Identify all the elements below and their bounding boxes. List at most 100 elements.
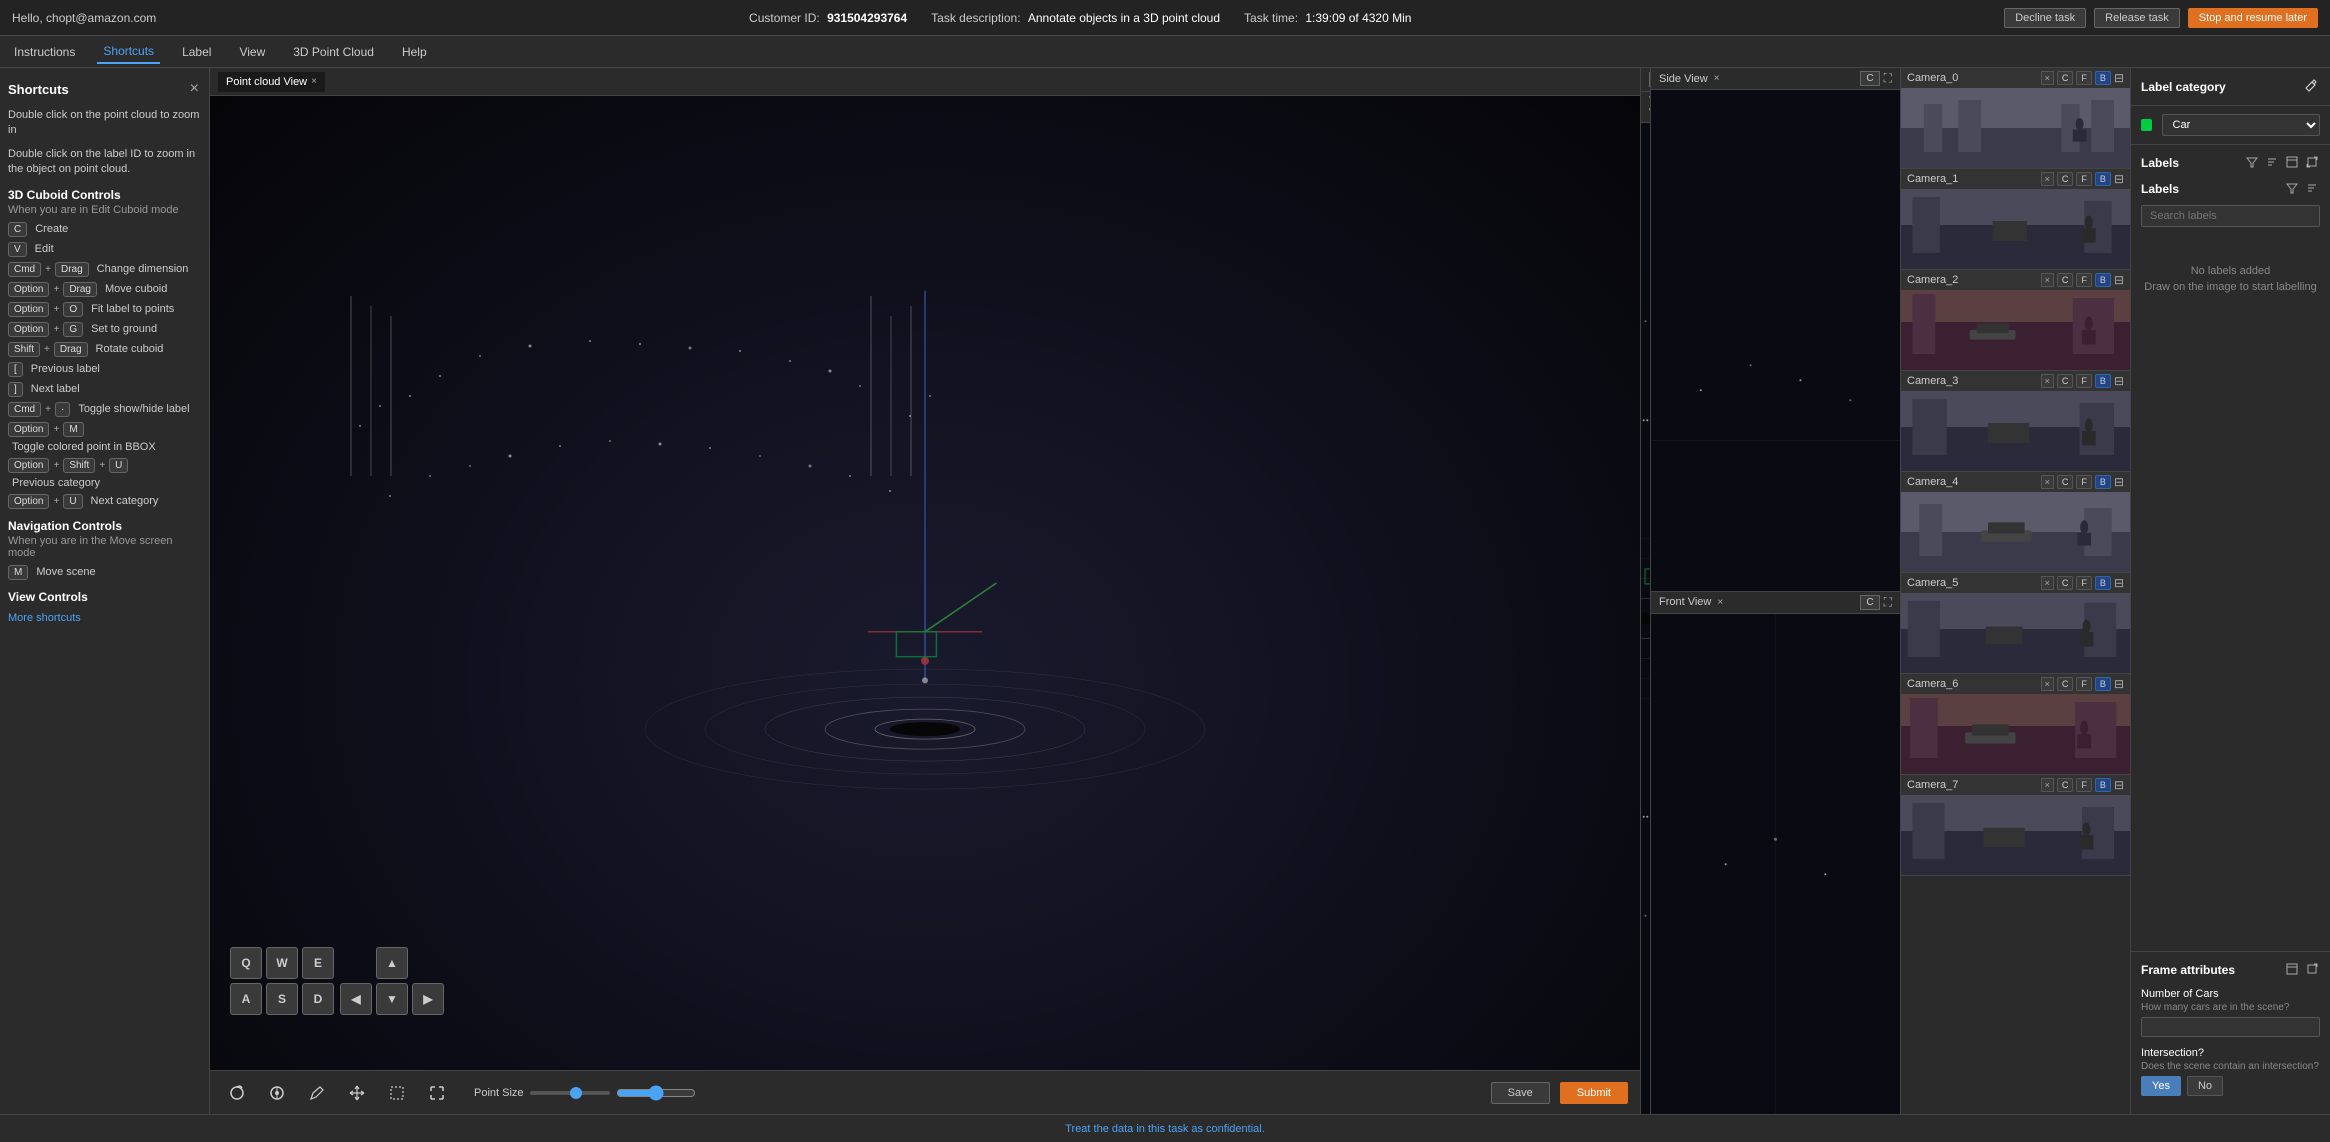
tool-expand[interactable]: [422, 1078, 452, 1108]
intersection-no-button[interactable]: No: [2187, 1076, 2223, 1096]
cam4-c-btn[interactable]: C: [2057, 475, 2074, 489]
intersection-yes-button[interactable]: Yes: [2141, 1076, 2181, 1096]
close-shortcuts-button[interactable]: ×: [188, 78, 201, 100]
cam6-minimize[interactable]: ⊟: [2114, 677, 2124, 691]
cam5-minimize[interactable]: ⊟: [2114, 576, 2124, 590]
cam4-x-btn[interactable]: ×: [2041, 475, 2054, 489]
frame-attrs-minimize-icon: [2286, 963, 2298, 975]
labels-filter-icon[interactable]: [2244, 153, 2260, 173]
search-labels-input[interactable]: [2141, 205, 2320, 227]
save-button[interactable]: Save: [1491, 1082, 1550, 1104]
front-view-c-btn[interactable]: C: [1860, 595, 1879, 610]
cam1-minimize[interactable]: ⊟: [2114, 172, 2124, 186]
cam2-x-btn[interactable]: ×: [2041, 273, 2054, 287]
cam0-b-btn[interactable]: B: [2095, 71, 2111, 85]
cam7-f-btn[interactable]: F: [2076, 778, 2092, 792]
cam7-c-btn[interactable]: C: [2057, 778, 2074, 792]
key-s[interactable]: S: [266, 983, 298, 1015]
cam4-f-btn[interactable]: F: [2076, 475, 2092, 489]
top-view-canvas[interactable]: [1641, 123, 1650, 1114]
submit-button[interactable]: Submit: [1560, 1082, 1628, 1104]
cam6-x-btn[interactable]: ×: [2041, 677, 2054, 691]
key-a[interactable]: A: [230, 983, 262, 1015]
cam3-b-btn[interactable]: B: [2095, 374, 2111, 388]
cam2-minimize[interactable]: ⊟: [2114, 273, 2124, 287]
close-side-view[interactable]: ×: [1714, 73, 1720, 84]
cam0-f-btn[interactable]: F: [2076, 71, 2092, 85]
tool-brush[interactable]: [262, 1078, 292, 1108]
cam6-f-btn[interactable]: F: [2076, 677, 2092, 691]
cam1-c-btn[interactable]: C: [2057, 172, 2074, 186]
camera-6-item: Camera_6 × C F B ⊟: [1901, 674, 2130, 775]
stop-resume-button[interactable]: Stop and resume later: [2188, 8, 2318, 28]
menu-shortcuts[interactable]: Shortcuts: [97, 40, 160, 64]
cam7-x-btn[interactable]: ×: [2041, 778, 2054, 792]
point-cloud-viewport[interactable]: Q W E A S D ▲ ◀ ▼ ▶: [210, 96, 1640, 1070]
cam2-c-btn[interactable]: C: [2057, 273, 2074, 287]
attr-yes-no-group: Yes No: [2141, 1076, 2320, 1096]
edit-label-button[interactable]: [2302, 76, 2320, 97]
menu-instructions[interactable]: Instructions: [8, 41, 81, 63]
key-left[interactable]: ◀: [340, 983, 372, 1015]
menu-view[interactable]: View: [233, 41, 271, 63]
cam7-b-btn[interactable]: B: [2095, 778, 2111, 792]
release-task-button[interactable]: Release task: [2094, 8, 2180, 28]
cam1-x-btn[interactable]: ×: [2041, 172, 2054, 186]
category-dropdown[interactable]: Car: [2162, 114, 2320, 136]
point-cloud-tab[interactable]: Point cloud View ×: [218, 72, 325, 92]
front-view-maximize[interactable]: ⛶: [1884, 595, 1892, 610]
side-view-c-btn[interactable]: C: [1860, 71, 1879, 86]
key-right[interactable]: ▶: [412, 983, 444, 1015]
cam5-x-btn[interactable]: ×: [2041, 576, 2054, 590]
key-w[interactable]: W: [266, 947, 298, 979]
cam5-c-btn[interactable]: C: [2057, 576, 2074, 590]
side-view-maximize[interactable]: ⛶: [1884, 71, 1892, 86]
cam0-c-btn[interactable]: C: [2057, 71, 2074, 85]
close-front-view[interactable]: ×: [1717, 597, 1723, 608]
menu-3d-point-cloud[interactable]: 3D Point Cloud: [287, 41, 380, 63]
cam1-f-btn[interactable]: F: [2076, 172, 2092, 186]
more-shortcuts-link[interactable]: More shortcuts: [8, 612, 201, 624]
key-e[interactable]: E: [302, 947, 334, 979]
tool-move[interactable]: [342, 1078, 372, 1108]
cam7-minimize[interactable]: ⊟: [2114, 778, 2124, 792]
cam3-minimize[interactable]: ⊟: [2114, 374, 2124, 388]
point-size-slider[interactable]: [616, 1085, 696, 1101]
cam3-f-btn[interactable]: F: [2076, 374, 2092, 388]
labels-maximize-icon[interactable]: [2304, 153, 2320, 173]
cam0-minimize[interactable]: ⊟: [2114, 71, 2124, 85]
key-down[interactable]: ▼: [376, 983, 408, 1015]
frame-attrs-actions: [2284, 960, 2320, 980]
key-up[interactable]: ▲: [376, 947, 408, 979]
frame-attrs-minimize[interactable]: [2284, 960, 2300, 980]
key-q[interactable]: Q: [230, 947, 262, 979]
key-d[interactable]: D: [302, 983, 334, 1015]
cam2-f-btn[interactable]: F: [2076, 273, 2092, 287]
cam3-c-btn[interactable]: C: [2057, 374, 2074, 388]
frame-attrs-maximize[interactable]: [2304, 960, 2320, 980]
close-pc-tab[interactable]: ×: [311, 76, 317, 87]
front-view-canvas[interactable]: [1651, 614, 1900, 1115]
tool-draw[interactable]: [302, 1078, 332, 1108]
cam6-b-btn[interactable]: B: [2095, 677, 2111, 691]
cam0-x-btn[interactable]: ×: [2041, 71, 2054, 85]
labels-sub-sort[interactable]: [2304, 179, 2320, 199]
cam5-b-btn[interactable]: B: [2095, 576, 2111, 590]
cam5-f-btn[interactable]: F: [2076, 576, 2092, 590]
labels-sub-filter[interactable]: [2284, 179, 2300, 199]
num-cars-input[interactable]: [2141, 1017, 2320, 1037]
cam2-b-btn[interactable]: B: [2095, 273, 2111, 287]
cam3-x-btn[interactable]: ×: [2041, 374, 2054, 388]
cam4-b-btn[interactable]: B: [2095, 475, 2111, 489]
menu-help[interactable]: Help: [396, 41, 433, 63]
cam1-b-btn[interactable]: B: [2095, 172, 2111, 186]
cam6-c-btn[interactable]: C: [2057, 677, 2074, 691]
labels-minimize-icon[interactable]: [2284, 153, 2300, 173]
tool-select[interactable]: [382, 1078, 412, 1108]
side-view-canvas[interactable]: [1651, 90, 1900, 591]
menu-label[interactable]: Label: [176, 41, 217, 63]
decline-task-button[interactable]: Decline task: [2004, 8, 2086, 28]
cam4-minimize[interactable]: ⊟: [2114, 475, 2124, 489]
labels-sort-icon[interactable]: [2264, 153, 2280, 173]
tool-lasso[interactable]: [222, 1078, 252, 1108]
